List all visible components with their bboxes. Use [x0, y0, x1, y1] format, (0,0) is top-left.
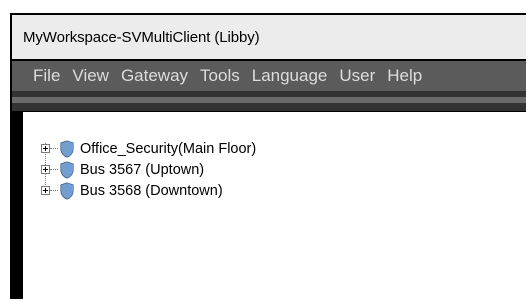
menu-bar: File View Gateway Tools Language User He…: [12, 61, 526, 91]
menu-view[interactable]: View: [72, 66, 109, 86]
title-bar[interactable]: MyWorkspace-SVMultiClient (Libby): [12, 15, 526, 59]
tree-node-label: Office_Security(Main Floor): [80, 140, 257, 157]
tree-connector: [50, 190, 58, 191]
menu-gateway[interactable]: Gateway: [121, 66, 188, 86]
tree-node-label: Bus 3567 (Uptown): [80, 161, 205, 178]
expand-plus-icon[interactable]: [41, 144, 50, 153]
tree-node[interactable]: Bus 3567 (Uptown): [41, 159, 256, 180]
tree-node[interactable]: Office_Security(Main Floor): [41, 138, 256, 159]
shield-icon: [60, 181, 74, 200]
menu-user[interactable]: User: [339, 66, 375, 86]
tree-panel: Office_Security(Main Floor) Bus 3567 (Up…: [23, 112, 526, 299]
expand-plus-icon[interactable]: [41, 186, 50, 195]
window-title: MyWorkspace-SVMultiClient (Libby): [23, 29, 260, 46]
app-window: MyWorkspace-SVMultiClient (Libby) File V…: [10, 13, 526, 299]
tree-connector: [50, 148, 58, 149]
menu-tools[interactable]: Tools: [200, 66, 240, 86]
shield-icon: [60, 139, 74, 158]
toolbar-strip-highlight: [12, 97, 526, 103]
site-tree: Office_Security(Main Floor) Bus 3567 (Up…: [41, 138, 256, 201]
tree-connector: [50, 169, 58, 170]
shield-icon: [60, 160, 74, 179]
tree-node-label: Bus 3568 (Downtown): [80, 182, 223, 199]
menu-file[interactable]: File: [33, 66, 60, 86]
expand-plus-icon[interactable]: [41, 165, 50, 174]
menu-language[interactable]: Language: [252, 66, 328, 86]
tree-node[interactable]: Bus 3568 (Downtown): [41, 180, 256, 201]
menu-help[interactable]: Help: [387, 66, 422, 86]
